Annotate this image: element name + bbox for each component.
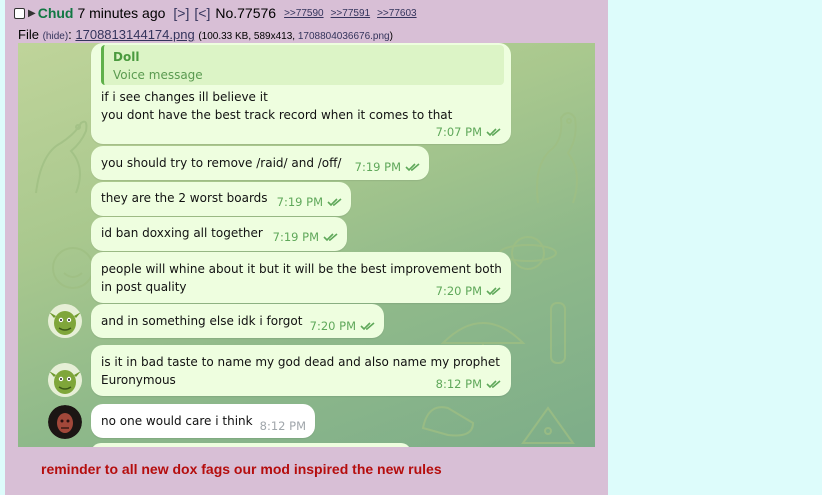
message-text: and in something else idk i forgot (101, 314, 303, 328)
read-ticks-icon (360, 322, 375, 331)
goblin-avatar-icon (48, 304, 82, 338)
post-checkbox[interactable] (14, 7, 25, 19)
read-ticks-icon (327, 198, 342, 207)
sender-avatar[interactable] (48, 405, 82, 439)
reply-quote[interactable]: Doll Voice message (101, 45, 504, 85)
message-timestamp: 7:19 PM (273, 230, 339, 244)
message-text: no one would care i think (101, 414, 253, 428)
original-file-link[interactable]: 1708804036676.png (298, 31, 390, 42)
post-number[interactable]: No.77576 (215, 5, 276, 21)
post-time: 7 minutes ago (77, 5, 166, 21)
post-link-forward[interactable]: [>] (173, 5, 189, 21)
reply-quote-text: Voice message (113, 68, 203, 82)
hide-link[interactable]: (hide) (43, 31, 69, 42)
post-link-back[interactable]: [<] (194, 5, 210, 21)
file-label: File (18, 27, 39, 42)
message-text: id ban doxxing all together (101, 226, 263, 240)
file-meta: (100.33 KB, 589x413, 1708804036676.png) (198, 31, 393, 42)
sender-avatar[interactable] (48, 304, 82, 338)
reply-link[interactable]: >>77590 (284, 8, 324, 19)
read-ticks-icon (405, 163, 420, 172)
post-menu-arrow-icon[interactable]: ▶ (28, 8, 36, 19)
reply-link[interactable]: >>77603 (377, 8, 417, 19)
read-ticks-icon (486, 287, 501, 296)
dark-face-avatar-icon (48, 405, 82, 439)
post-container: ▶ Chud 7 minutes ago [>] [<] No.77576 >>… (5, 0, 608, 495)
read-ticks-icon (486, 380, 501, 389)
message-timestamp: 7:19 PM (355, 160, 421, 174)
poster-name: Chud (37, 5, 74, 21)
message-bubble[interactable]: no one would care i think 8:12 PM (91, 404, 315, 438)
message-text: Euronymous (101, 373, 176, 387)
message-bubble[interactable]: they are the 2 worst boards 7:19 PM (91, 182, 351, 216)
message-timestamp: 8:12 PM (436, 377, 502, 391)
message-text: you dont have the best track record when… (101, 108, 453, 122)
reply-quote-author: Doll (113, 50, 140, 64)
message-timestamp: 7:20 PM (436, 284, 502, 298)
message-bubble[interactable]: and in something else idk i forgot 7:20 … (91, 304, 384, 338)
message-bubble[interactable]: Doll Voice message if i see changes ill … (91, 43, 511, 144)
post-comment: reminder to all new dox fags our mod ins… (41, 461, 442, 477)
message-text: you should try to remove /raid/ and /off… (101, 156, 342, 170)
file-name-link[interactable]: 1708813144174.png (75, 27, 194, 42)
dinosaur-doodle-icon (536, 112, 578, 204)
message-bubble[interactable]: id ban doxxing all together 7:19 PM (91, 217, 347, 251)
pizza-doodle-icon (521, 406, 575, 444)
message-bubble[interactable]: is it in bad taste to name my god dead a… (91, 345, 511, 396)
message-timestamp: 7:19 PM (277, 195, 343, 209)
reply-link[interactable]: >>77591 (331, 8, 371, 19)
attached-image[interactable]: Doll Voice message if i see changes ill … (18, 43, 595, 447)
goblin-avatar-icon (48, 363, 82, 397)
message-timestamp: 7:07 PM (436, 125, 502, 139)
message-timestamp: 8:12 PM (259, 419, 306, 433)
message-text: if i see changes ill believe it (101, 90, 268, 104)
post-header: ▶ Chud 7 minutes ago [>] [<] No.77576 >>… (14, 5, 424, 21)
dinosaur-doodle-icon (35, 120, 88, 194)
sender-avatar[interactable] (48, 363, 82, 397)
file-info: File (hide): 1708813144174.png (100.33 K… (18, 27, 393, 42)
message-text: is it in bad taste to name my god dead a… (101, 355, 500, 369)
message-bubble[interactable]: you should try to remove /raid/ and /off… (91, 146, 429, 180)
message-bubble-partial (91, 443, 411, 447)
message-text: people will whine about it but it will b… (101, 262, 502, 276)
message-bubble[interactable]: people will whine about it but it will b… (91, 252, 511, 303)
shoe-doodle-icon (421, 406, 475, 437)
message-text: they are the 2 worst boards (101, 191, 268, 205)
bottle-doodle-icon (550, 302, 566, 364)
message-timestamp: 7:20 PM (310, 319, 376, 333)
read-ticks-icon (323, 233, 338, 242)
message-text: in post quality (101, 280, 187, 294)
read-ticks-icon (486, 128, 501, 137)
